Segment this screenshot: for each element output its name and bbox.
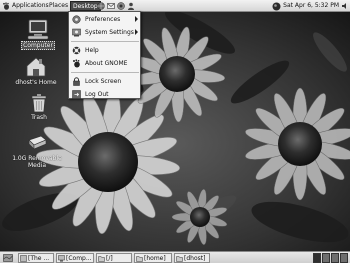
menu-item-label: Preferences [85,15,121,23]
menu-item-preferences[interactable]: Preferences [70,13,140,25]
menu-item-label: Log Out [85,90,109,98]
taskbar-item[interactable]: [The ... [18,253,54,263]
desktop-icon-home[interactable]: dhost's Home [12,56,60,86]
folder-icon [136,255,143,262]
taskbar-item[interactable]: [Comp... [56,253,94,263]
show-desktop-icon[interactable] [3,253,13,263]
mail-icon[interactable] [107,2,115,10]
menu-item-about-gnome[interactable]: About GNOME [70,57,140,69]
browser-icon[interactable] [97,2,105,10]
update-notifier-icon[interactable] [272,2,281,11]
menu-item-label: Lock Screen [85,77,122,85]
places-menu[interactable]: Places [47,1,70,11]
desktop-icon-label: Trash [31,114,47,121]
help-icon [72,46,81,54]
submenu-arrow-icon [135,29,138,35]
logout-icon [72,89,81,99]
lock-icon [73,76,80,86]
desktop-icon-removable-media[interactable]: 1.0G Removable Media [10,134,64,169]
taskbar-item[interactable]: [home] [134,253,172,263]
submenu-arrow-icon [135,16,138,22]
computer-icon [27,19,49,40]
taskbar-item-label: [dhost] [184,254,206,262]
clock[interactable]: Sat Apr 6, 5:32 PM [283,1,339,11]
workspace-1[interactable] [313,253,321,263]
desktop-menu: Preferences System Settings Help About G… [68,11,141,99]
desktop-icon-trash[interactable]: Trash [15,93,63,121]
workspace-switcher[interactable] [313,253,348,263]
desktop-icon-computer[interactable]: Computer [14,19,62,50]
home-folder-icon [26,57,46,77]
menu-separator [71,41,139,42]
menu-item-help[interactable]: Help [70,44,140,56]
desktop-icon-label: dhost's Home [15,79,57,86]
taskbar-item[interactable]: [/] [96,253,132,263]
folder-icon [98,255,105,262]
desktop-icon-label: 1.0G Removable [12,155,62,162]
workspace-4[interactable] [340,253,348,263]
applications-menu[interactable]: Applications [10,1,51,11]
taskbar-item-label: [Comp... [66,254,92,262]
taskbar-item-label: [The ... [28,254,50,262]
removable-media-icon [28,135,47,150]
menu-item-log-out[interactable]: Log Out [70,88,140,100]
person-icon[interactable] [127,2,135,10]
desktop-icon-label-line2: Media [27,162,47,169]
trash-icon [31,94,47,113]
menu-item-lock-screen[interactable]: Lock Screen [70,75,140,87]
menu-item-system-settings[interactable]: System Settings [70,26,140,38]
system-settings-icon [72,28,81,36]
window-icon [20,254,27,262]
volume-icon[interactable] [341,2,349,10]
gnome-foot-icon [73,58,80,67]
workspace-2[interactable] [322,253,330,263]
menu-item-label: About GNOME [85,59,128,67]
top-panel: Applications Places Desktop Sat Apr 6, 5… [0,0,350,12]
gnome-foot-icon[interactable] [2,2,10,10]
desktop-icon-label: Computer [21,41,55,50]
taskbar-item-label: [home] [144,254,166,262]
folder-icon [176,255,183,262]
taskbar-item[interactable]: [dhost] [174,253,210,263]
preferences-icon [72,14,81,24]
bottom-panel: [The ... [Comp... [/] [home] [dhost] [0,251,350,263]
taskbar-item-label: [/] [106,254,113,262]
network-icon[interactable] [117,2,125,10]
menu-separator [71,72,139,73]
computer-icon [58,254,65,261]
menu-item-label: Help [85,46,99,54]
workspace-3[interactable] [331,253,339,263]
menu-item-label: System Settings [85,28,134,36]
